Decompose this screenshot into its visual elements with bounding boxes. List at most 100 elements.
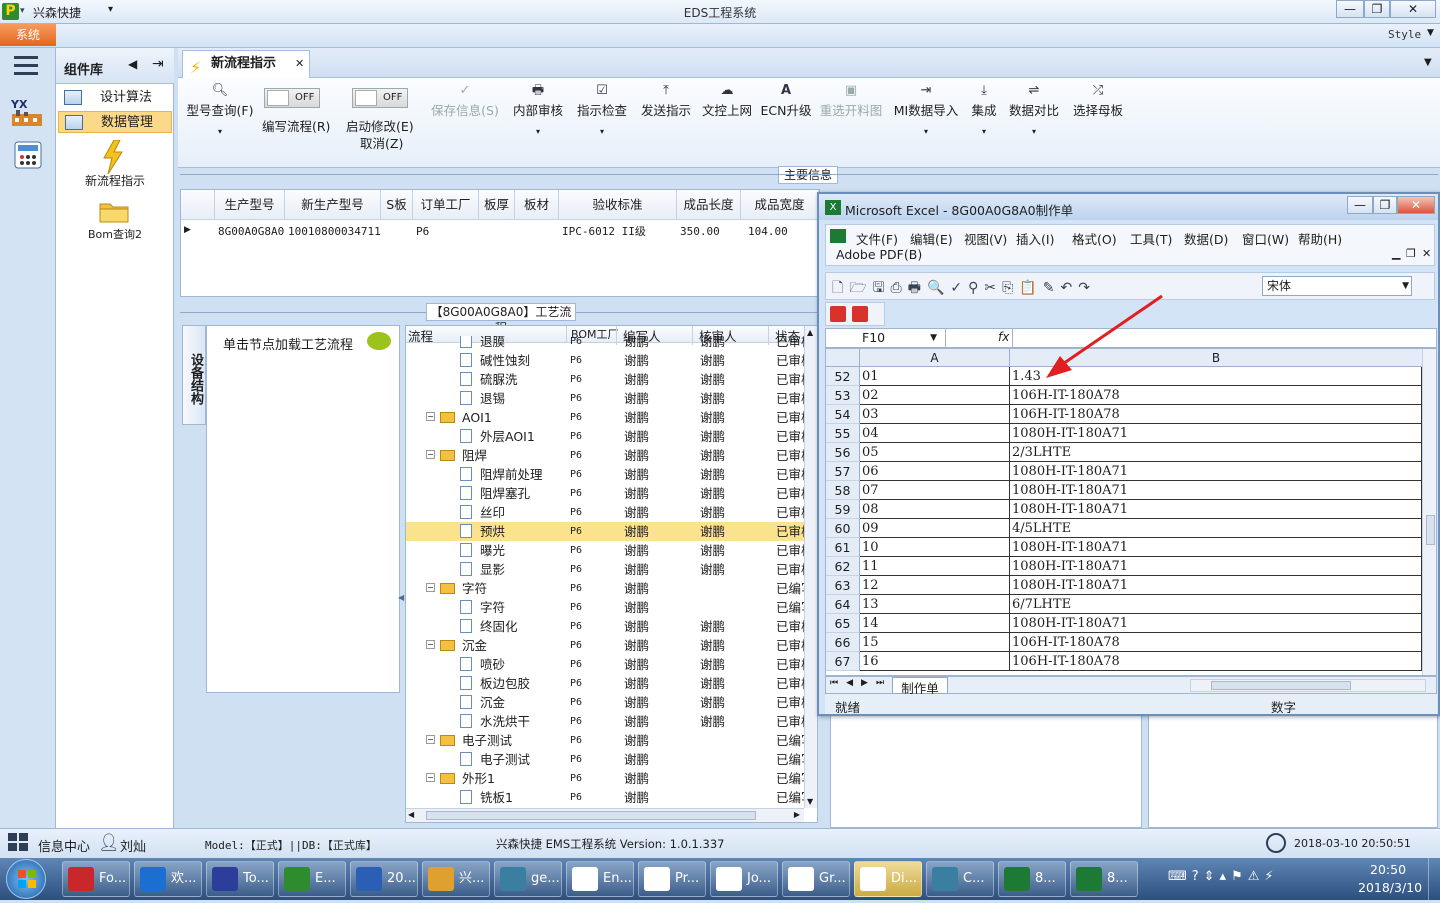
column-header[interactable]: 成品长度: [677, 190, 741, 220]
tree-row[interactable]: 退膜 P6 谢鹏 谢鹏 已审核: [406, 336, 806, 351]
tree-row[interactable]: 板边包胶 P6 谢鹏 谢鹏 已审核: [406, 674, 806, 693]
table-row[interactable]: ▶ 8G00A0G8A0 10010800034711 P6 IPC-6012 …: [181, 222, 819, 242]
row-number[interactable]: 61: [826, 538, 860, 557]
row-number[interactable]: 64: [826, 595, 860, 614]
tray-date[interactable]: 2018/3/10: [1358, 880, 1422, 895]
cell-a[interactable]: 13: [860, 595, 1010, 614]
style-dropdown-icon[interactable]: ▼: [1427, 28, 1434, 38]
menu-tools[interactable]: 工具(T): [1130, 229, 1172, 248]
doc-close-icon[interactable]: ✕: [1422, 247, 1431, 260]
instruction-check-button[interactable]: ☑ 指示检查 ▾: [572, 82, 632, 136]
tree-row[interactable]: 外层AOI1 P6 谢鹏 谢鹏 已审核: [406, 427, 806, 446]
select-motherboard-button[interactable]: ⤮ 选择母板: [1070, 82, 1126, 119]
worksheet-row[interactable]: 62 11 1080H-IT-180A71: [826, 557, 1436, 576]
worksheet-row[interactable]: 65 14 1080H-IT-180A71: [826, 614, 1436, 633]
show-desktop-button[interactable]: [1428, 858, 1440, 900]
cell-b[interactable]: 106H-IT-180A78: [1010, 633, 1422, 652]
start-edit-toggle[interactable]: OFF: [352, 88, 412, 108]
tile-new-flow-instruction[interactable]: 新流程指示: [56, 172, 174, 189]
reselect-cut-chart-button[interactable]: ▣ 重选开料图: [818, 82, 884, 119]
taskbar-app-button[interactable]: 20...: [350, 861, 418, 897]
tab-close-icon[interactable]: ✕: [295, 51, 304, 77]
model-query-button[interactable]: 🔍︎ 型号查询(F) ▾: [182, 82, 258, 136]
cell-a[interactable]: 09: [860, 519, 1010, 538]
taskbar-app-button[interactable]: ge...: [494, 861, 562, 897]
workbook-icon[interactable]: [830, 229, 846, 243]
tree-row[interactable]: 阻焊前处理 P6 谢鹏 谢鹏 已审核: [406, 465, 806, 484]
cancel-label[interactable]: 取消(Z): [360, 133, 403, 152]
menu-data[interactable]: 数据(D): [1184, 229, 1228, 248]
pdf-email-icon[interactable]: [852, 306, 868, 322]
menu-file[interactable]: 文件(F): [856, 229, 898, 248]
doc-upload-button[interactable]: ☁ 文控上网: [698, 82, 756, 119]
tree-row[interactable]: 碱性蚀刻 P6 谢鹏 谢鹏 已审核: [406, 351, 806, 370]
tree-row[interactable]: 硫脲洗 P6 谢鹏 谢鹏 已审核: [406, 370, 806, 389]
cell-b[interactable]: 1080H-IT-180A71: [1010, 557, 1422, 576]
tree-row[interactable]: − AOI1 P6 谢鹏 谢鹏 已审核: [406, 408, 806, 427]
cell-b[interactable]: 1080H-IT-180A71: [1010, 481, 1422, 500]
start-button[interactable]: [6, 859, 46, 899]
tab-new-flow-instruction[interactable]: ⚡ 新流程指示 ✕: [182, 50, 310, 78]
tree-row[interactable]: 预烘 P6 谢鹏 谢鹏 已审核: [406, 522, 806, 541]
data-compare-button[interactable]: ⇌ 数据对比 ▾: [1008, 82, 1060, 136]
cell-b[interactable]: 2/3LHTE: [1010, 443, 1422, 462]
cell-a[interactable]: 16: [860, 652, 1010, 671]
cell-b[interactable]: 1080H-IT-180A71: [1010, 500, 1422, 519]
excel-window[interactable]: X Microsoft Excel - 8G00A0G8A0制作单 — ❐ ✕ …: [817, 192, 1440, 716]
font-name-select[interactable]: 宋体 ▼: [1262, 276, 1412, 296]
expand-toggle-icon[interactable]: −: [426, 640, 435, 649]
excel-close-button[interactable]: ✕: [1397, 196, 1435, 214]
style-menu[interactable]: Style: [1388, 28, 1421, 41]
worksheet-row[interactable]: 58 07 1080H-IT-180A71: [826, 481, 1436, 500]
excel-title-bar[interactable]: X Microsoft Excel - 8G00A0G8A0制作单 — ❐ ✕: [819, 194, 1438, 220]
write-flow-toggle[interactable]: OFF: [264, 88, 324, 108]
column-header[interactable]: 生产型号: [215, 190, 285, 220]
integrate-button[interactable]: ⤓ 集成 ▾: [966, 82, 1002, 136]
row-number[interactable]: 65: [826, 614, 860, 633]
expand-toggle-icon[interactable]: −: [426, 735, 435, 744]
cell-b[interactable]: 1080H-IT-180A71: [1010, 576, 1422, 595]
menu-format[interactable]: 格式(O): [1072, 229, 1117, 248]
worksheet-row[interactable]: 57 06 1080H-IT-180A71: [826, 462, 1436, 481]
row-number[interactable]: 52: [826, 367, 860, 386]
close-button[interactable]: ✕: [1390, 0, 1436, 18]
cell-a[interactable]: 04: [860, 424, 1010, 443]
doc-restore-icon[interactable]: ❐: [1406, 247, 1416, 260]
taskbar-app-button[interactable]: Fo...: [62, 861, 130, 897]
taskbar-app-button[interactable]: 兴...: [422, 861, 490, 897]
tree-row[interactable]: − 电子测试 P6 谢鹏 已编写: [406, 731, 806, 750]
taskbar-app-button[interactable]: Pr...: [638, 861, 706, 897]
tree-row[interactable]: − 阻焊 P6 谢鹏 谢鹏 已审核: [406, 446, 806, 465]
row-number[interactable]: 62: [826, 557, 860, 576]
column-header-a[interactable]: A: [860, 349, 1010, 367]
worksheet-row[interactable]: 56 05 2/3LHTE: [826, 443, 1436, 462]
column-header[interactable]: 订单工厂: [413, 190, 479, 220]
splitter-handle[interactable]: ◀: [398, 593, 404, 602]
column-header[interactable]: 验收标准: [559, 190, 677, 220]
cell-b[interactable]: 106H-IT-180A78: [1010, 652, 1422, 671]
taskbar-app-button[interactable]: 8...: [998, 861, 1066, 897]
taskbar-app-button[interactable]: C...: [926, 861, 994, 897]
expand-toggle-icon[interactable]: −: [426, 450, 435, 459]
taskbar-app-button[interactable]: Gr...: [782, 861, 850, 897]
tab-equipment-structure[interactable]: 设备结构: [182, 325, 206, 425]
worksheet-row[interactable]: 64 13 6/7LHTE: [826, 595, 1436, 614]
save-info-button[interactable]: ✓ 保存信息(S): [428, 82, 502, 119]
maximize-button[interactable]: ❐: [1364, 0, 1390, 18]
row-number[interactable]: 57: [826, 462, 860, 481]
row-number[interactable]: 54: [826, 405, 860, 424]
tree-row[interactable]: 曝光 P6 谢鹏 谢鹏 已审核: [406, 541, 806, 560]
horizontal-scrollbar[interactable]: [1190, 679, 1426, 692]
row-number[interactable]: 58: [826, 481, 860, 500]
tree-row[interactable]: 沉金 P6 谢鹏 谢鹏 已审核: [406, 693, 806, 712]
tray-time[interactable]: 20:50: [1370, 862, 1406, 877]
cell-b[interactable]: 106H-IT-180A78: [1010, 405, 1422, 424]
expand-toggle-icon[interactable]: −: [426, 412, 435, 421]
cell-a[interactable]: 01: [860, 367, 1010, 386]
cell-a[interactable]: 14: [860, 614, 1010, 633]
row-number[interactable]: 67: [826, 652, 860, 671]
nav-item-data-management[interactable]: 数据管理: [58, 111, 172, 133]
tree-row[interactable]: 字符 P6 谢鹏 已编写: [406, 598, 806, 617]
nav-item-design-algorithm[interactable]: 设计算法: [58, 87, 172, 109]
column-header[interactable]: 新生产型号: [285, 190, 381, 220]
